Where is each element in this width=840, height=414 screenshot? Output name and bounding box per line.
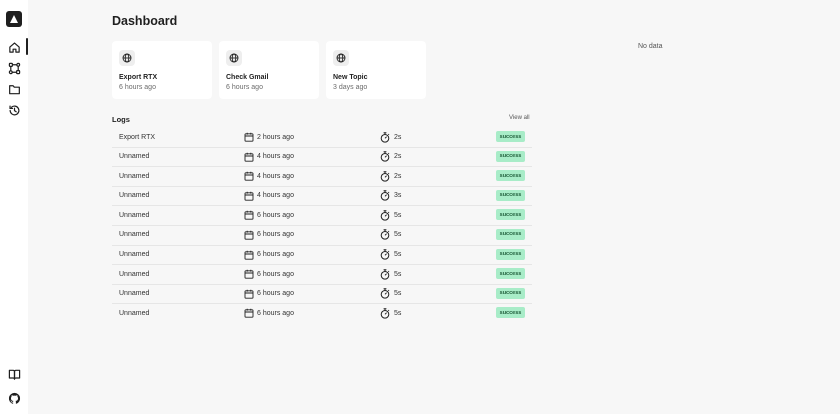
log-duration: 5s bbox=[394, 251, 402, 259]
calendar-icon bbox=[244, 211, 254, 221]
log-duration: 5s bbox=[394, 211, 402, 219]
stopwatch-icon bbox=[380, 229, 390, 241]
calendar-icon bbox=[244, 152, 254, 162]
globe-icon bbox=[226, 50, 242, 66]
log-name: Unnamed bbox=[119, 309, 150, 317]
docs-book-icon[interactable] bbox=[7, 367, 21, 381]
sidebar bbox=[0, 0, 28, 414]
status-badge: success bbox=[496, 150, 525, 162]
workflow-card-time: 6 hours ago bbox=[119, 84, 156, 91]
workflow-card-title: Check Gmail bbox=[226, 74, 269, 81]
log-list: Export RTX 2 hours ago 2s success Unname… bbox=[112, 128, 532, 324]
calendar-icon bbox=[244, 171, 254, 181]
log-date: 6 hours ago bbox=[257, 290, 294, 298]
log-duration: 5s bbox=[394, 270, 402, 278]
log-duration: 5s bbox=[394, 231, 402, 239]
workflow-icon[interactable] bbox=[7, 61, 21, 75]
history-icon[interactable] bbox=[7, 103, 21, 117]
status-badge: success bbox=[496, 170, 525, 182]
stopwatch-icon bbox=[380, 308, 390, 319]
log-date: 6 hours ago bbox=[257, 211, 294, 219]
workflow-card-title: New Topic bbox=[333, 74, 368, 81]
calendar-icon bbox=[244, 289, 254, 299]
log-duration: 3s bbox=[394, 192, 402, 200]
stopwatch-icon bbox=[380, 151, 390, 162]
log-row[interactable]: Unnamed 6 hours ago 5s success bbox=[112, 265, 532, 285]
stopwatch-icon bbox=[380, 268, 390, 280]
stats-empty-text: No data bbox=[638, 43, 663, 50]
log-row[interactable]: Unnamed 6 hours ago 5s success bbox=[112, 246, 532, 266]
stopwatch-icon bbox=[380, 170, 390, 182]
log-duration: 2s bbox=[394, 153, 402, 161]
status-badge: success bbox=[496, 287, 525, 299]
log-name: Unnamed bbox=[119, 231, 150, 239]
stopwatch-icon bbox=[380, 190, 390, 201]
calendar-icon bbox=[244, 132, 254, 142]
log-name: Unnamed bbox=[119, 270, 150, 278]
log-date: 6 hours ago bbox=[257, 251, 294, 259]
log-name: Unnamed bbox=[119, 211, 150, 219]
status-badge: success bbox=[496, 228, 525, 240]
log-date: 2 hours ago bbox=[257, 133, 294, 141]
workflow-card-time: 6 hours ago bbox=[226, 84, 263, 91]
main-content: Dashboard Export RTX 6 hours ago Check G… bbox=[28, 0, 840, 414]
status-badge: success bbox=[496, 131, 525, 142]
log-row[interactable]: Unnamed 6 hours ago 5s success bbox=[112, 285, 532, 305]
log-row[interactable]: Unnamed 6 hours ago 5s success bbox=[112, 226, 532, 246]
log-name: Unnamed bbox=[119, 251, 150, 259]
globe-icon bbox=[333, 50, 349, 66]
calendar-icon bbox=[244, 309, 254, 318]
log-name: Unnamed bbox=[119, 192, 150, 200]
log-name: Unnamed bbox=[119, 153, 150, 161]
stopwatch-icon bbox=[380, 210, 390, 221]
stopwatch-icon bbox=[380, 249, 390, 260]
log-row[interactable]: Unnamed 4 hours ago 2s success bbox=[112, 148, 532, 168]
folder-icon[interactable] bbox=[7, 82, 21, 96]
log-date: 6 hours ago bbox=[257, 270, 294, 278]
log-duration: 2s bbox=[394, 133, 402, 141]
workflow-card[interactable]: Export RTX 6 hours ago bbox=[112, 41, 212, 99]
log-row[interactable]: Unnamed 4 hours ago 3s success bbox=[112, 187, 532, 207]
page-title: Dashboard bbox=[112, 14, 178, 28]
status-badge: success bbox=[496, 307, 525, 319]
log-date: 4 hours ago bbox=[257, 172, 294, 180]
log-date: 6 hours ago bbox=[257, 231, 294, 239]
log-duration: 2s bbox=[394, 172, 402, 180]
log-name: Unnamed bbox=[119, 172, 150, 180]
log-row[interactable]: Unnamed 6 hours ago 5s success bbox=[112, 206, 532, 226]
calendar-icon bbox=[244, 269, 254, 279]
view-all-logs-link[interactable]: View all bbox=[509, 115, 530, 121]
workflow-card-title: Export RTX bbox=[119, 74, 158, 81]
home-icon[interactable] bbox=[7, 40, 21, 54]
status-badge: success bbox=[496, 268, 525, 280]
github-icon[interactable] bbox=[7, 391, 21, 405]
recent-workflows: Export RTX 6 hours ago Check Gmail 6 hou… bbox=[112, 41, 426, 99]
workflow-card[interactable]: Check Gmail 6 hours ago bbox=[219, 41, 319, 99]
log-name: Export RTX bbox=[119, 133, 156, 141]
logs-title: Logs bbox=[112, 115, 130, 124]
status-badge: success bbox=[496, 209, 525, 221]
status-badge: success bbox=[496, 248, 525, 260]
workflow-card[interactable]: New Topic 3 days ago bbox=[326, 41, 426, 99]
log-name: Unnamed bbox=[119, 290, 150, 298]
stopwatch-icon bbox=[380, 288, 390, 299]
app-logo[interactable] bbox=[6, 11, 22, 27]
log-date: 4 hours ago bbox=[257, 153, 294, 161]
calendar-icon bbox=[244, 250, 254, 260]
log-row[interactable]: Unnamed 6 hours ago 5s success bbox=[112, 304, 532, 324]
log-duration: 5s bbox=[394, 309, 402, 317]
log-duration: 5s bbox=[394, 290, 402, 298]
log-row[interactable]: Unnamed 4 hours ago 2s success bbox=[112, 167, 532, 187]
stopwatch-icon bbox=[380, 131, 390, 143]
calendar-icon bbox=[244, 191, 254, 201]
log-date: 4 hours ago bbox=[257, 192, 294, 200]
log-row[interactable]: Export RTX 2 hours ago 2s success bbox=[112, 128, 532, 148]
globe-icon bbox=[119, 50, 135, 66]
calendar-icon bbox=[244, 230, 254, 240]
workflow-card-time: 3 days ago bbox=[333, 84, 368, 91]
status-badge: success bbox=[496, 189, 525, 201]
log-date: 6 hours ago bbox=[257, 309, 294, 317]
logo-triangle-icon bbox=[10, 15, 18, 23]
